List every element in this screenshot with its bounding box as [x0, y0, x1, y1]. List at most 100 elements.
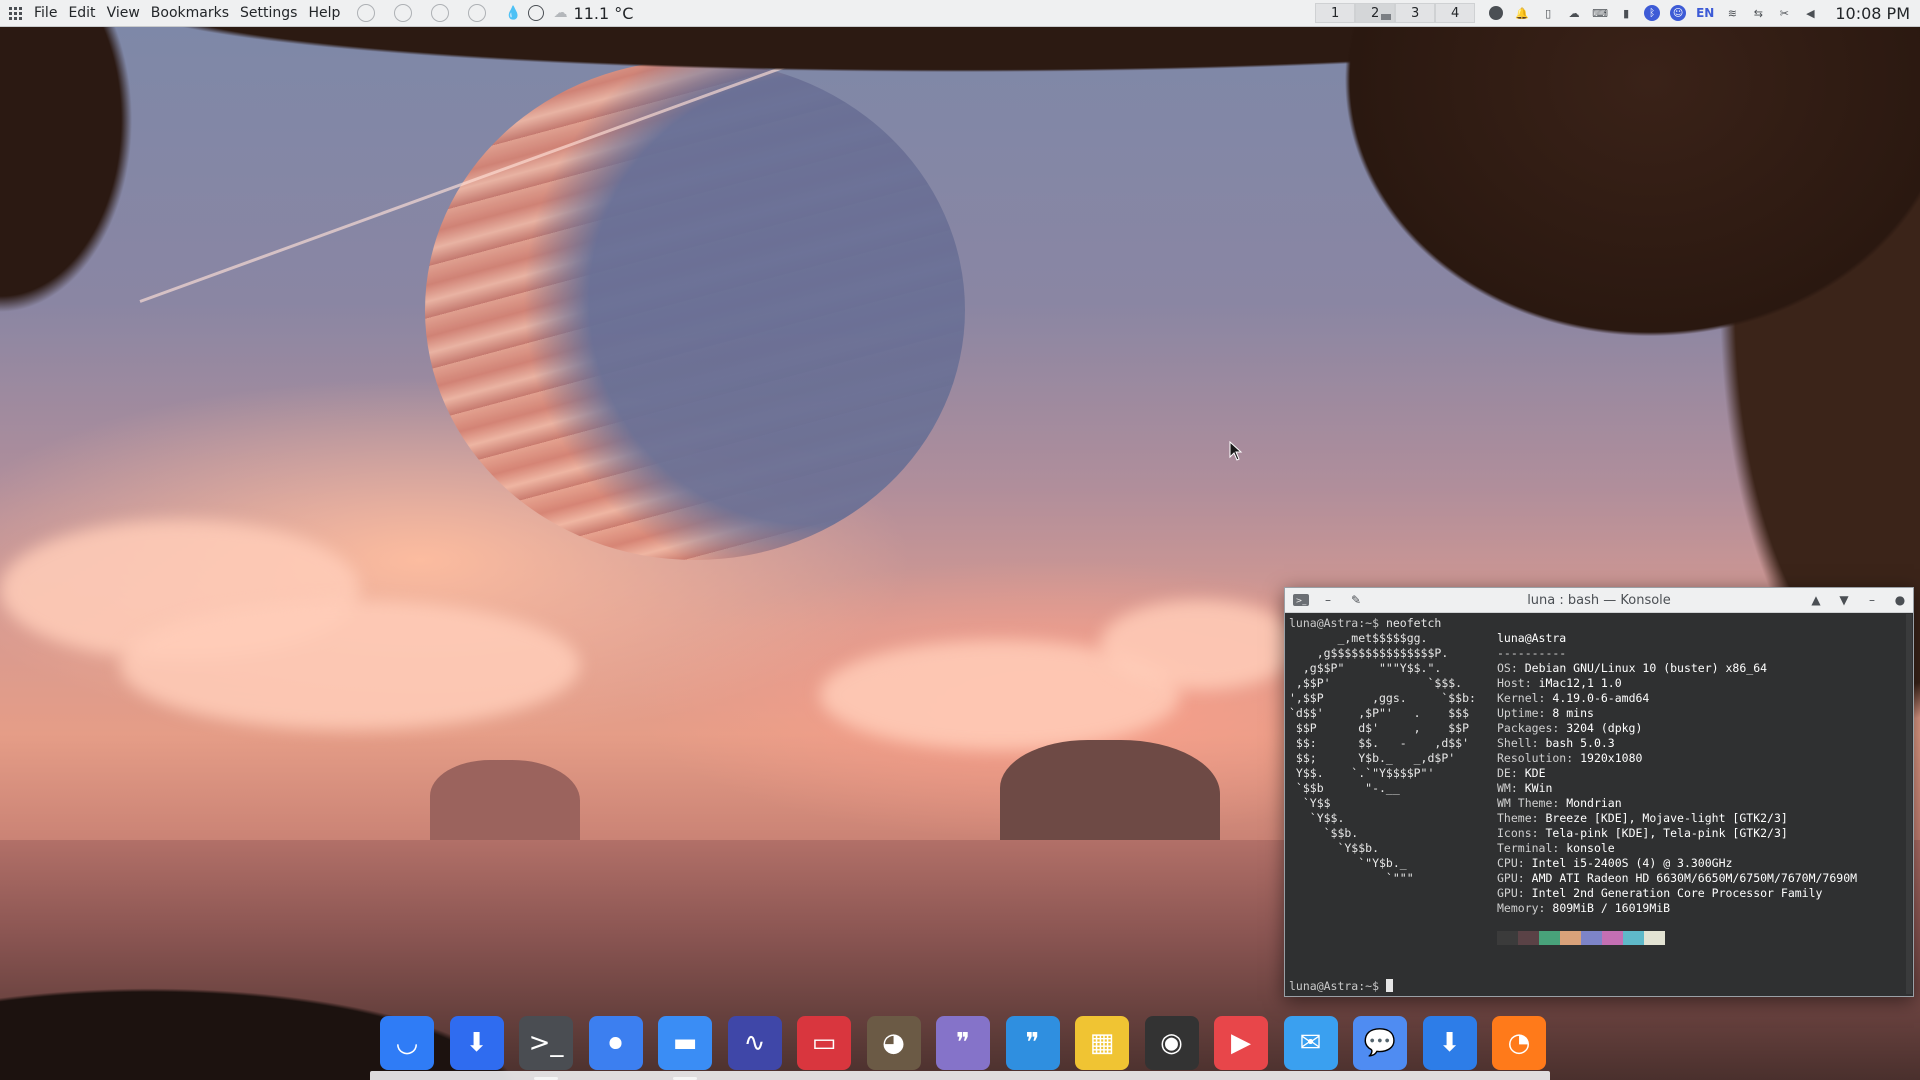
disk-circle-icon[interactable]: [468, 4, 487, 22]
weather-temperature[interactable]: 11.1 °C: [574, 4, 634, 23]
color-swatch: [1602, 931, 1623, 945]
pin-button[interactable]: ✎: [1349, 593, 1363, 607]
keyboard-layout-indicator[interactable]: EN: [1696, 6, 1714, 20]
network-wifi-icon[interactable]: ≋: [1724, 5, 1740, 21]
system-monitor-icon[interactable]: ∿: [727, 1016, 782, 1070]
downloader-icon[interactable]: ⬇: [449, 1016, 504, 1070]
info-row: Theme: Breeze [KDE], Mojave-light [GTK2/…: [1497, 811, 1788, 825]
close-button[interactable]: ●: [1893, 593, 1907, 607]
info-key: GPU: [1497, 886, 1518, 900]
desktop-2[interactable]: 2: [1355, 3, 1396, 23]
mail-icon[interactable]: ✉: [1283, 1016, 1338, 1070]
info-value: Breeze [KDE], Mojave-light [GTK2/3]: [1545, 811, 1788, 825]
desktop-window-preview: [1381, 14, 1392, 20]
bluetooth-icon[interactable]: ᛒ: [1644, 5, 1661, 21]
logo-line: _,met$$$$$gg.: [1289, 631, 1428, 645]
info-row: GPU: AMD ATI Radeon HD 6630M/6650M/6750M…: [1497, 871, 1858, 885]
gimp-glyph: ◕: [882, 1028, 905, 1058]
mondrian-icon[interactable]: ▦: [1075, 1016, 1129, 1070]
menu-edit[interactable]: Edit: [68, 5, 95, 21]
menu-view[interactable]: View: [107, 5, 140, 21]
color-swatch: [1518, 931, 1539, 945]
info-key: Resolution: [1497, 751, 1567, 765]
keyboard-icon[interactable]: ⌨: [1592, 5, 1608, 21]
downloader-glyph: ⬇: [465, 1028, 488, 1058]
updater-icon[interactable]: ⬇: [1422, 1016, 1477, 1070]
weather-widget-icon[interactable]: ☁: [1566, 5, 1582, 21]
info-value: Intel i5-2400S (4) @ 3.300GHz: [1531, 856, 1733, 870]
store-icon[interactable]: ◡: [380, 1016, 434, 1070]
menu-file[interactable]: File: [34, 5, 57, 21]
text-cursor: [1385, 979, 1393, 992]
info-value: 3204 (dpkg): [1566, 721, 1643, 735]
keep-below-button[interactable]: –: [1321, 593, 1335, 607]
minimize-button[interactable]: –: [1865, 593, 1879, 607]
water-drop-icon: 💧: [505, 5, 522, 21]
info-row: Shell: bash 5.0.3: [1497, 736, 1615, 750]
cpu-load-circle-icon[interactable]: [357, 4, 376, 22]
accessibility-icon[interactable]: ☺: [1670, 5, 1687, 21]
info-key: Theme: [1497, 811, 1532, 825]
logo-line: `d$$' ,$P"' . $$$: [1289, 706, 1470, 720]
firefox-icon[interactable]: ◔: [1492, 1016, 1546, 1070]
memory-circle-icon[interactable]: [394, 4, 413, 22]
desktop-3[interactable]: 3: [1395, 3, 1436, 23]
music-player-icon[interactable]: ◉: [1144, 1016, 1199, 1070]
store-glyph: ◡: [395, 1028, 419, 1058]
battery-icon[interactable]: ▮: [1618, 5, 1634, 21]
logo-line: ,g$$$$$$$$$$$$$$$P.: [1289, 646, 1449, 660]
menu-settings[interactable]: Settings: [240, 5, 297, 21]
info-row: Terminal: konsole: [1497, 841, 1615, 855]
settings-toggle-icon[interactable]: ⏺: [588, 1016, 643, 1070]
desktop-4[interactable]: 4: [1435, 3, 1476, 23]
desktop-1[interactable]: 1: [1315, 3, 1356, 23]
info-value: Intel 2nd Generation Core Processor Fami…: [1531, 886, 1823, 900]
digital-clock[interactable]: 10:08 PM: [1835, 4, 1910, 23]
terminal-icon[interactable]: >_: [519, 1016, 573, 1080]
application-launcher-icon[interactable]: [4, 2, 26, 24]
logo-line: ,g$$P" """Y$$.".: [1289, 661, 1442, 675]
notifications-bell-icon[interactable]: 🔔: [1514, 5, 1530, 21]
info-row: OS: Debian GNU/Linux 10 (buster) x86_64: [1497, 661, 1768, 675]
moon-phase-icon[interactable]: [527, 5, 544, 21]
logo-line: `"Y$b._: [1289, 856, 1407, 870]
shade-button[interactable]: ▼: [1837, 593, 1851, 607]
info-key: Kernel: [1497, 691, 1539, 705]
notes-blue-glyph: ❞: [1025, 1028, 1040, 1058]
messaging-icon[interactable]: 💬: [1353, 1016, 1407, 1070]
logo-line: $$; Y$b._ _,d$P': [1289, 751, 1456, 765]
global-menu: File Edit View Bookmarks Settings Help: [34, 5, 351, 21]
clipboard-icon[interactable]: ▯: [1540, 5, 1556, 21]
book-reader-icon[interactable]: ▭: [797, 1016, 851, 1070]
konsole-app-icon[interactable]: >_: [1293, 594, 1309, 606]
file-manager-icon[interactable]: ▬: [658, 1016, 712, 1080]
weather-cloud-icon[interactable]: ☁: [554, 5, 568, 21]
window-titlebar[interactable]: >_ – ✎ luna : bash — Konsole ▲ ▼ – ●: [1285, 588, 1913, 613]
tools-icon[interactable]: ✂: [1776, 5, 1792, 21]
info-value: 1920x1080: [1580, 751, 1643, 765]
info-row: GPU: Intel 2nd Generation Core Processor…: [1497, 886, 1823, 900]
logo-line: `$$b.: [1289, 826, 1359, 840]
volume-icon[interactable]: ◀: [1802, 5, 1818, 21]
notes-purple-icon[interactable]: ❞: [936, 1016, 990, 1070]
gimp-icon[interactable]: ◕: [866, 1016, 921, 1070]
info-icon[interactable]: [1488, 5, 1504, 21]
info-value: 809MiB / 16019MiB: [1552, 901, 1671, 915]
terminal-area[interactable]: luna@Astra:~$ neofetch _,met$$$$$gg. ,g$…: [1285, 613, 1913, 996]
mouse-pointer-icon: [1229, 441, 1243, 461]
info-key: Shell: [1497, 736, 1532, 750]
book-reader-glyph: ▭: [811, 1028, 837, 1058]
swap-circle-icon[interactable]: [431, 4, 450, 22]
menu-bookmarks[interactable]: Bookmarks: [151, 5, 229, 21]
notes-blue-icon[interactable]: ❞: [1005, 1016, 1060, 1070]
keep-above-button[interactable]: ▲: [1809, 593, 1823, 607]
logo-line: ,$$P' `$$$.: [1289, 676, 1463, 690]
video-player-icon[interactable]: ▶: [1214, 1016, 1268, 1070]
info-value: AMD ATI Radeon HD 6630M/6650M/6750M/7670…: [1531, 871, 1858, 885]
info-key: Terminal: [1497, 841, 1553, 855]
menu-help[interactable]: Help: [308, 5, 340, 21]
messaging-glyph: 💬: [1363, 1028, 1397, 1058]
terminal-scrollbar[interactable]: [1906, 614, 1912, 994]
info-key: Icons: [1497, 826, 1532, 840]
network-wired-icon[interactable]: ⇆: [1750, 5, 1766, 21]
